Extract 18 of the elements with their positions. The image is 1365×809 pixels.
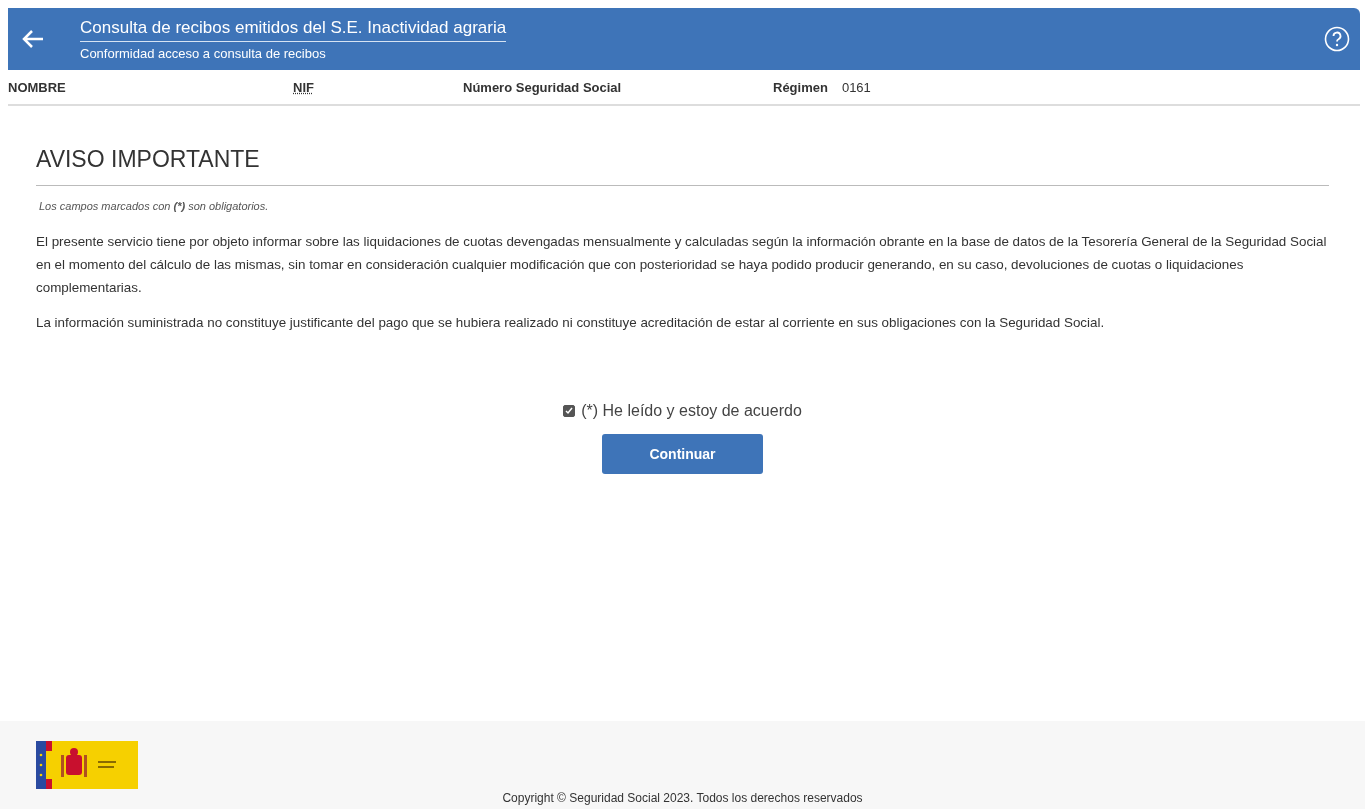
copyright-text: Copyright © Seguridad Social 2023. Todos los derechos reservados <box>502 791 863 805</box>
field-label: Régimen <box>773 79 828 95</box>
continue-button[interactable]: Continuar <box>602 434 763 474</box>
page-subtitle: Conformidad acceso a consulta de recibos <box>80 45 327 61</box>
section-title: AVISO IMPORTANTE <box>36 146 1329 186</box>
field-value: 0161 <box>841 79 871 95</box>
back-arrow-icon <box>21 29 45 49</box>
field-label: Número Seguridad Social <box>463 79 622 95</box>
agreement-checkbox[interactable] <box>563 405 576 417</box>
help-icon <box>1324 26 1350 52</box>
help-button[interactable] <box>1322 24 1352 54</box>
field-label: NOMBRE <box>8 79 66 95</box>
page-title: Consulta de recibos emitidos del S.E. Inactividad agraria <box>80 17 507 42</box>
notice-paragraph: El presente servicio tiene por objeto informar sobre las liquidaciones de cuotas devengadas mensualmente y calculadas según la información obrante en la base de datos de la Tesorería General de la Seguridad Social en el momento del cálculo de las mismas, sin tomar en consideración cualquier modificación que con posterioridad se haya podido producir generando, en su caso, devoluciones de cuotas o liquidaciones complementarias. <box>36 233 1328 297</box>
field-label: NIF <box>293 79 314 95</box>
required-note: Los campos marcados con (*) son obligatorios. <box>39 200 270 212</box>
agreement-label: (*) He leído y estoy de acuerdo <box>581 402 802 420</box>
notice-paragraph: La información suministrada no constituye justificante del pago que se hubiera realizado ni constituye acreditación de estar al corriente en sus obligaciones con la Seguridad Social. <box>36 314 1106 332</box>
